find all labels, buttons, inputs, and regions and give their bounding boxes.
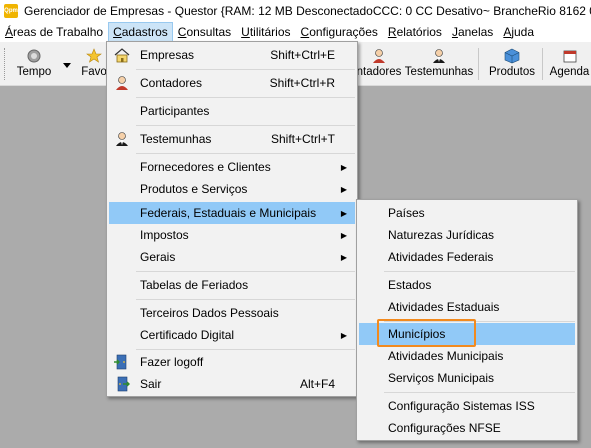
submenu-item-configuracoes-nfse[interactable]: Configurações NFSE	[359, 417, 575, 439]
produtos-label: Produtos	[488, 66, 536, 78]
testemunhas-icon	[431, 46, 447, 66]
submenu-arrow-icon: ▶	[340, 230, 347, 240]
favoritos-button[interactable]: Favo	[81, 46, 107, 84]
submenu-item-estados[interactable]: Estados	[359, 274, 575, 296]
menu-separator	[136, 271, 355, 272]
focus-highlight-box	[377, 319, 476, 347]
submenu-item-configuracao-sistemas-iss[interactable]: Configuração Sistemas ISS	[359, 395, 575, 417]
submenu-arrow-icon: ▶	[340, 184, 347, 194]
menu-item-terceiros-dados-pessoais[interactable]: Terceiros Dados Pessoais	[109, 302, 355, 324]
agenda-label: Agenda	[549, 66, 590, 78]
testemunhas-label: Testemunhas	[404, 66, 474, 78]
menu-separator	[136, 69, 355, 70]
menu-separator	[136, 97, 355, 98]
dropdown-arrow-icon	[63, 46, 71, 84]
submenu-item-servicos-municipais[interactable]: Serviços Municipais	[359, 367, 575, 389]
person-red-icon	[116, 76, 128, 90]
menu-item-empresas[interactable]: Empresas Shift+Ctrl+E	[109, 44, 355, 66]
person-suit-icon	[116, 132, 128, 146]
submenu-arrow-icon: ▶	[340, 330, 347, 340]
tempo-button[interactable]: Tempo	[14, 46, 54, 84]
menu-item-sair[interactable]: Sair Alt+F4	[109, 373, 355, 395]
submenu-item-naturezas-juridicas[interactable]: Naturezas Jurídicas	[359, 224, 575, 246]
contadores-icon	[371, 46, 387, 66]
submenu-arrow-icon: ▶	[340, 252, 347, 262]
contadores-button[interactable]: ntadores	[356, 46, 402, 84]
title-bar: Qpm Gerenciador de Empresas - Questor {R…	[0, 0, 591, 22]
toolbar-separator	[478, 48, 479, 80]
menu-separator	[136, 299, 355, 300]
menu-utilitarios[interactable]: Utilitários	[236, 22, 295, 42]
toolbar-grip[interactable]	[4, 48, 7, 80]
menu-ajuda[interactable]: Ajuda	[498, 22, 539, 42]
app-icon: Qpm	[4, 4, 18, 18]
submenu-item-atividades-municipais[interactable]: Atividades Municipais	[359, 345, 575, 367]
menu-item-federais-estaduais-municipais[interactable]: Federais, Estaduais e Municipais ▶	[109, 202, 355, 224]
menu-separator	[136, 125, 355, 126]
star-icon	[86, 46, 102, 66]
submenu-item-paises[interactable]: Países	[359, 202, 575, 224]
menu-item-gerais[interactable]: Gerais ▶	[109, 246, 355, 268]
produtos-box-icon	[504, 46, 520, 66]
favoritos-label: Favo	[81, 66, 107, 78]
produtos-button[interactable]: Produtos	[486, 46, 538, 84]
cadastros-menu: Empresas Shift+Ctrl+E Contadores Shift+C…	[106, 41, 358, 397]
house-icon	[114, 48, 130, 63]
contadores-label: ntadores	[356, 66, 402, 78]
menu-bar: Áreas de Trabalho Cadastros Consultas Ut…	[0, 22, 591, 42]
agenda-button[interactable]: Agenda	[548, 46, 591, 84]
menu-item-certificado-digital[interactable]: Certificado Digital ▶	[109, 324, 355, 346]
menu-consultas[interactable]: Consultas	[173, 22, 236, 42]
window-title: Gerenciador de Empresas - Questor {RAM: …	[24, 4, 591, 18]
menu-item-impostos[interactable]: Impostos ▶	[109, 224, 355, 246]
menu-separator	[384, 271, 575, 272]
menu-janelas[interactable]: Janelas	[447, 22, 498, 42]
testemunhas-button[interactable]: Testemunhas	[404, 46, 474, 84]
logoff-door-icon	[114, 354, 127, 370]
menu-configuracoes[interactable]: Configurações	[296, 22, 383, 42]
menu-item-fornecedores-clientes[interactable]: Fornecedores e Clientes ▶	[109, 156, 355, 178]
submenu-arrow-icon: ▶	[340, 208, 347, 218]
menu-item-tabelas-feriados[interactable]: Tabelas de Feriados	[109, 274, 355, 296]
menu-separator	[384, 392, 575, 393]
tempo-dropdown-button[interactable]	[60, 46, 74, 84]
menu-item-testemunhas[interactable]: Testemunhas Shift+Ctrl+T	[109, 128, 355, 150]
menu-item-fazer-logoff[interactable]: Fazer logoff	[109, 351, 355, 373]
menu-item-produtos-servicos[interactable]: Produtos e Serviços ▶	[109, 178, 355, 200]
tempo-icon	[27, 46, 41, 66]
menu-cadastros[interactable]: Cadastros	[108, 22, 173, 42]
submenu-item-atividades-federais[interactable]: Atividades Federais	[359, 246, 575, 268]
toolbar-separator	[542, 48, 543, 80]
menu-areas-de-trabalho[interactable]: Áreas de Trabalho	[0, 22, 108, 42]
tempo-label: Tempo	[16, 66, 52, 78]
submenu-item-atividades-estaduais[interactable]: Atividades Estaduais	[359, 296, 575, 318]
menu-separator	[136, 153, 355, 154]
menu-relatorios[interactable]: Relatórios	[383, 22, 447, 42]
agenda-icon	[562, 46, 578, 66]
submenu-arrow-icon: ▶	[340, 162, 347, 172]
exit-door-icon	[117, 376, 130, 392]
menu-item-participantes[interactable]: Participantes	[109, 100, 355, 122]
menu-item-contadores[interactable]: Contadores Shift+Ctrl+R	[109, 72, 355, 94]
menu-separator	[136, 349, 355, 350]
